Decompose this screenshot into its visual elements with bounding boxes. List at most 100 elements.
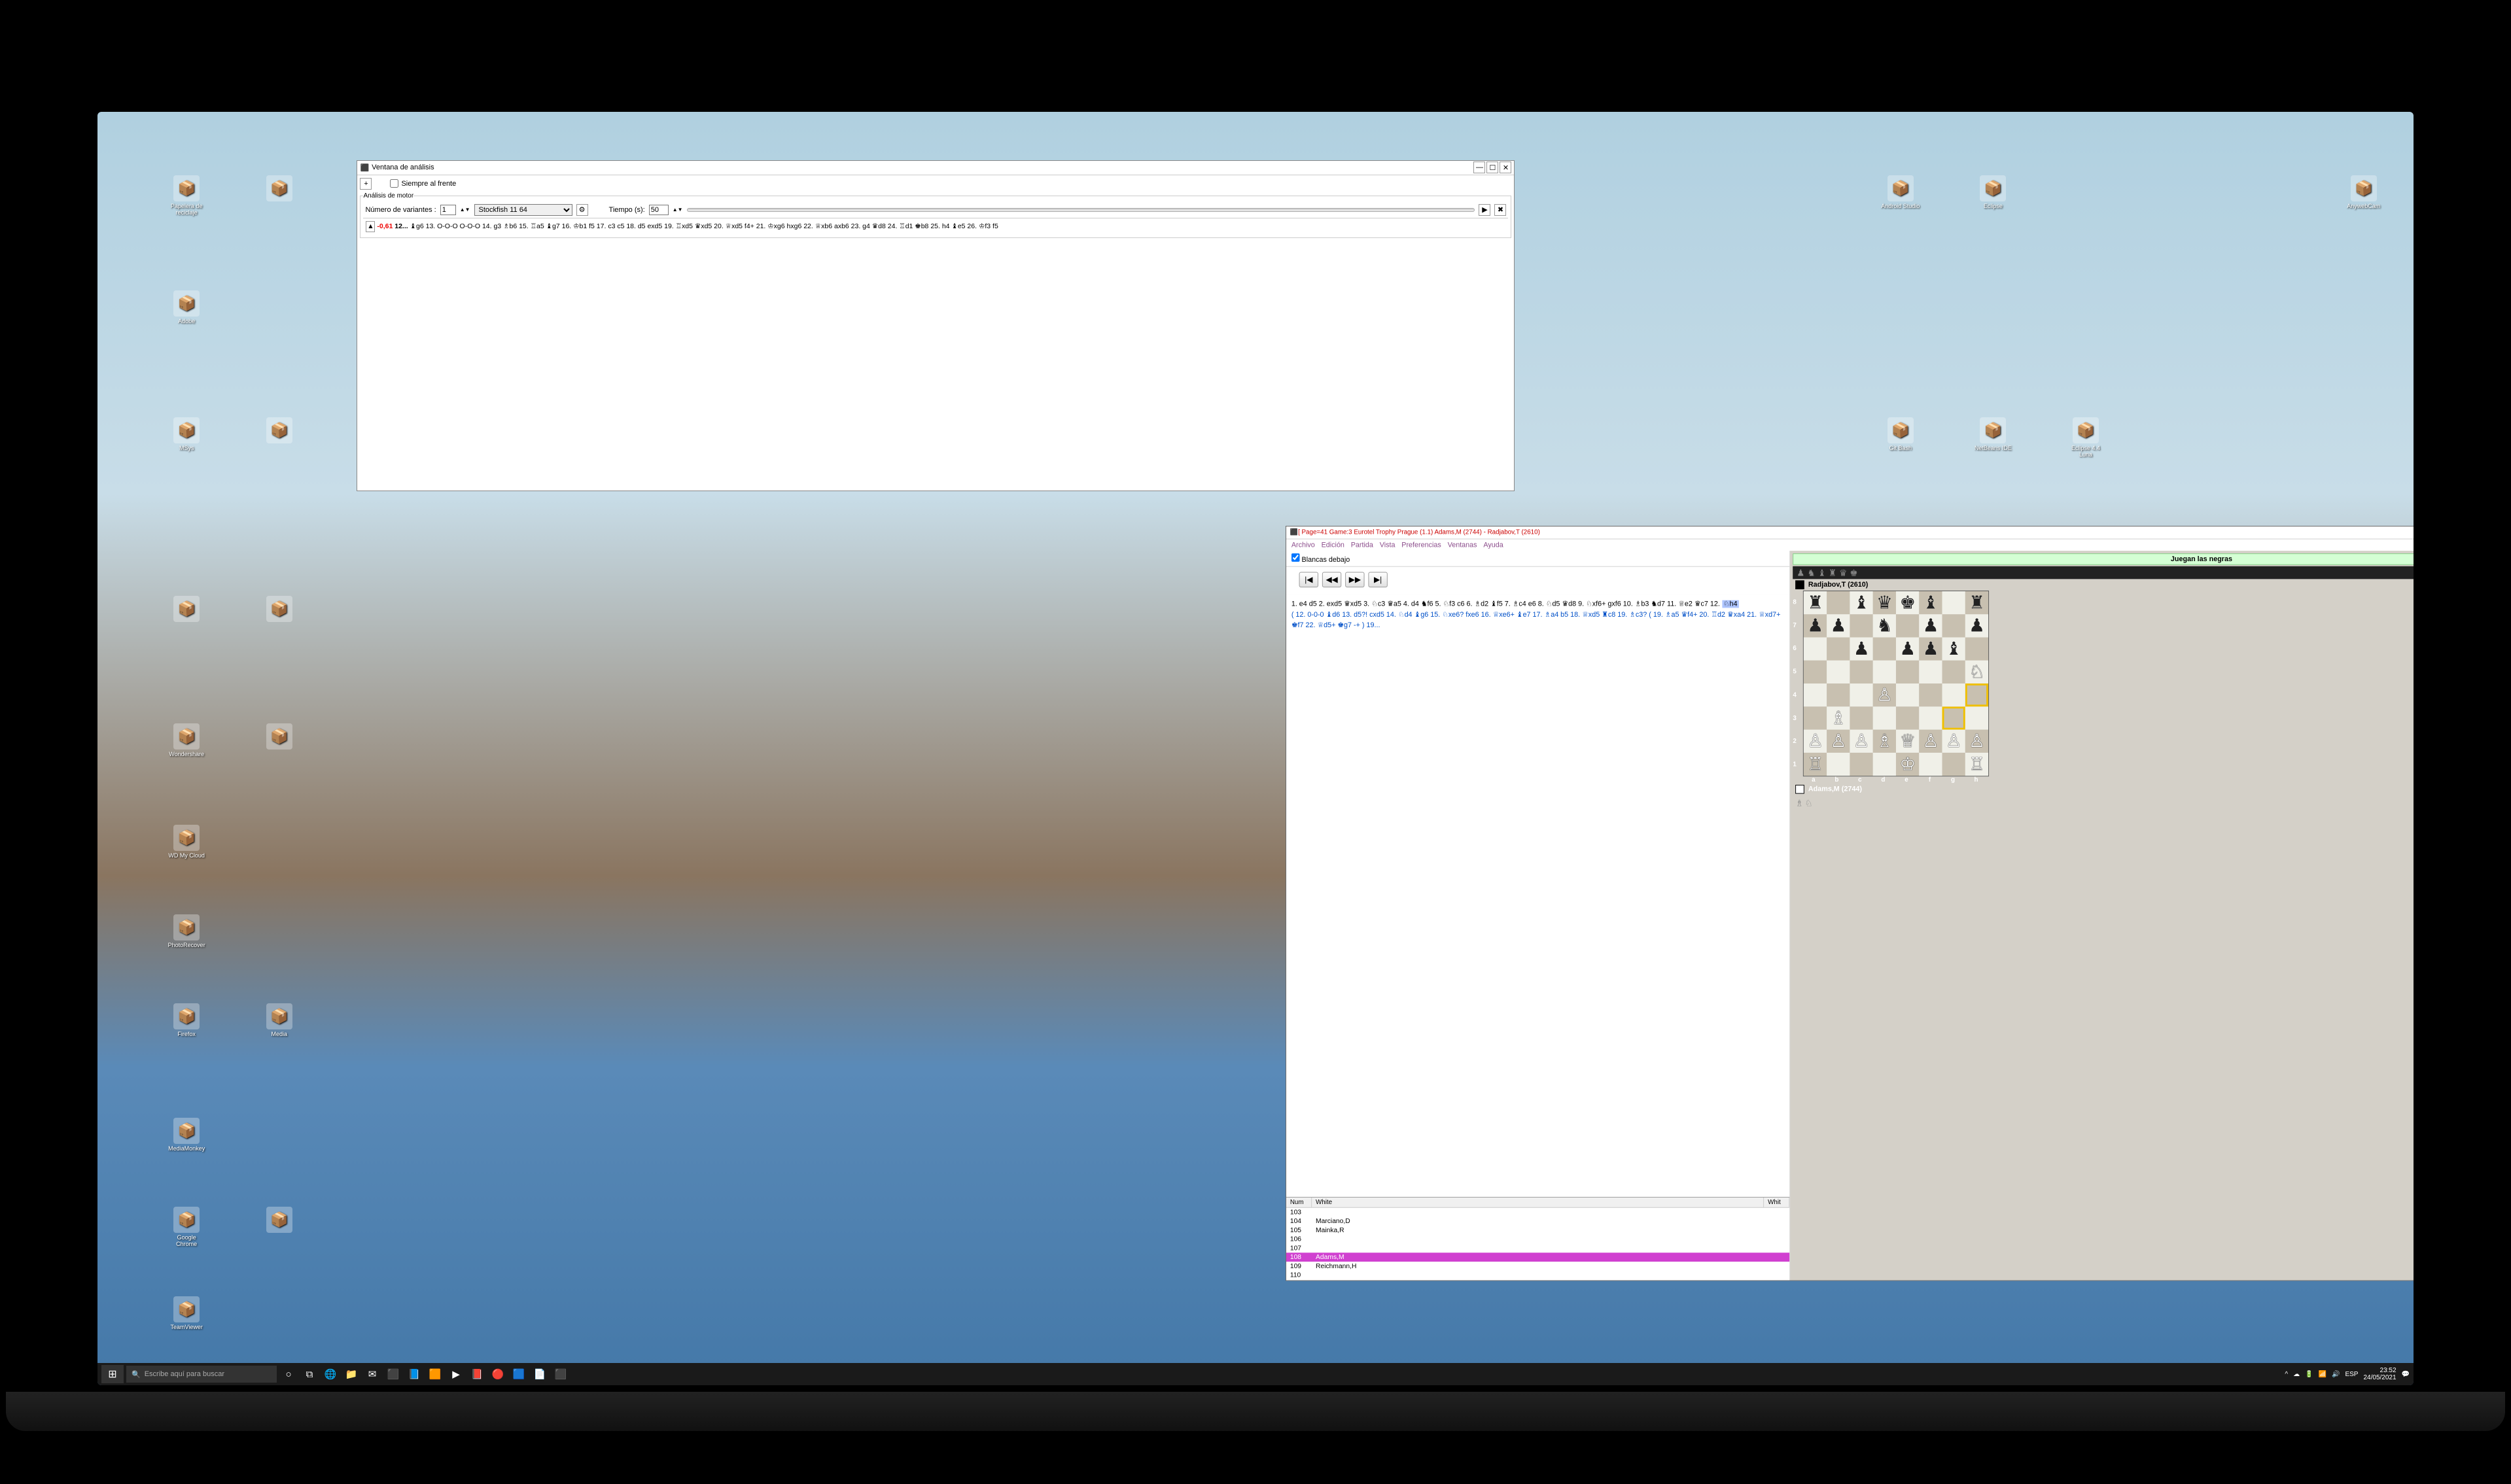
desktop-icon[interactable]: 📦TeamViewer (167, 1296, 206, 1330)
board-square[interactable] (1873, 753, 1896, 776)
taskbar-app[interactable]: 📁 (342, 1365, 360, 1383)
board-square[interactable]: ♙ (1850, 729, 1873, 752)
task-view-icon[interactable]: ⧉ (300, 1365, 319, 1383)
tray-volume-icon[interactable]: 🔊 (2332, 1371, 2340, 1378)
desktop-icon[interactable]: 📦Adobe (167, 290, 206, 324)
board-square[interactable]: ♘ (1965, 661, 1988, 683)
nav-prev-button[interactable]: ◀◀ (1322, 572, 1341, 587)
board-square[interactable] (1942, 706, 1965, 729)
stop-button[interactable]: ✖ (1494, 204, 1506, 216)
board-square[interactable] (1873, 637, 1896, 660)
taskbar-app[interactable]: 📘 (405, 1365, 423, 1383)
board-square[interactable]: ♖ (1804, 753, 1827, 776)
table-row[interactable]: 105Mainka,R (1286, 1226, 1789, 1235)
board-square[interactable] (1804, 661, 1827, 683)
board-square[interactable] (1919, 753, 1942, 776)
board-square[interactable]: ♙ (1873, 683, 1896, 706)
menu-item[interactable]: Vista (1380, 541, 1396, 549)
table-header[interactable]: Whit (1764, 1198, 1789, 1207)
board-square[interactable] (1804, 706, 1827, 729)
board-square[interactable] (1942, 661, 1965, 683)
games-table[interactable]: NumWhiteWhit 103104Marciano,D105Mainka,R… (1286, 1197, 1789, 1280)
menu-item[interactable]: Edición (1322, 541, 1344, 549)
board-square[interactable] (1942, 683, 1965, 706)
taskbar-app[interactable]: ⬛ (384, 1365, 402, 1383)
board-square[interactable] (1942, 753, 1965, 776)
board-square[interactable] (1919, 706, 1942, 729)
board-square[interactable] (1873, 706, 1896, 729)
board-square[interactable]: ♟ (1896, 637, 1919, 660)
table-row[interactable]: 107 (1286, 1243, 1789, 1252)
taskbar-app[interactable]: 🔴 (489, 1365, 507, 1383)
desktop-icon[interactable]: 📦 (260, 417, 299, 445)
board-square[interactable]: ♛ (1873, 591, 1896, 614)
desktop-icon[interactable]: 📦NetBeans IDE (1973, 417, 2012, 451)
board-square[interactable] (1965, 683, 1988, 706)
board-square[interactable] (1850, 706, 1873, 729)
board-square[interactable] (1896, 614, 1919, 637)
menu-item[interactable]: Ayuda (1483, 541, 1503, 549)
desktop-icon[interactable]: 📦Eclipse (1973, 175, 2012, 209)
board-square[interactable] (1850, 753, 1873, 776)
taskbar-app[interactable]: ✉ (363, 1365, 381, 1383)
taskbar-app[interactable]: 📕 (468, 1365, 486, 1383)
board-square[interactable]: ♝ (1850, 591, 1873, 614)
nav-next-button[interactable]: ▶▶ (1345, 572, 1364, 587)
taskbar-app[interactable]: 📄 (531, 1365, 549, 1383)
desktop-icon[interactable]: 📦 (260, 723, 299, 751)
board-square[interactable] (1919, 683, 1942, 706)
board-square[interactable] (1965, 706, 1988, 729)
board-square[interactable] (1942, 591, 1965, 614)
desktop-icon[interactable]: 📦 (260, 596, 299, 623)
menu-item[interactable]: Partida (1351, 541, 1373, 549)
table-row[interactable]: 104Marciano,D (1286, 1217, 1789, 1226)
desktop-icon[interactable]: 📦 (167, 596, 206, 623)
board-square[interactable]: ♙ (1965, 729, 1988, 752)
table-row[interactable]: 109Reichmann,H (1286, 1262, 1789, 1271)
board-square[interactable] (1850, 614, 1873, 637)
cortana-icon[interactable]: ○ (279, 1365, 298, 1383)
board-square[interactable]: ♜ (1804, 591, 1827, 614)
board-square[interactable] (1896, 683, 1919, 706)
whites-below-checkbox[interactable] (1291, 553, 1300, 562)
menu-item[interactable]: Preferencias (1401, 541, 1441, 549)
desktop-icon[interactable]: 📦Android Studio (1881, 175, 1920, 209)
board-square[interactable]: ♔ (1896, 753, 1919, 776)
menu-item[interactable]: Ventanas (1448, 541, 1477, 549)
taskbar-app[interactable]: 🌐 (321, 1365, 340, 1383)
board-square[interactable] (1827, 637, 1850, 660)
board-square[interactable] (1827, 683, 1850, 706)
desktop-icon[interactable]: 📦Firefox (167, 1003, 206, 1037)
tray-chevron-icon[interactable]: ^ (2285, 1371, 2288, 1378)
nav-first-button[interactable]: |◀ (1299, 572, 1318, 587)
desktop-icon[interactable]: 📦 (260, 1207, 299, 1234)
board-square[interactable]: ♚ (1896, 591, 1919, 614)
board-square[interactable]: ♜ (1965, 591, 1988, 614)
tray-language[interactable]: ESP (2345, 1371, 2358, 1378)
board-square[interactable]: ♟ (1804, 614, 1827, 637)
minimize-button[interactable]: — (1473, 162, 1485, 173)
board-square[interactable] (1896, 661, 1919, 683)
board-square[interactable] (1804, 637, 1827, 660)
table-row[interactable]: 111 (1286, 1279, 1789, 1280)
board-square[interactable] (1804, 683, 1827, 706)
close-button[interactable]: ✕ (1500, 162, 1511, 173)
table-row[interactable]: 108Adams,M (1286, 1252, 1789, 1262)
add-button[interactable]: + (360, 178, 372, 190)
board-square[interactable]: ♙ (1942, 729, 1965, 752)
desktop-icon[interactable]: 📦Wondershare (167, 723, 206, 757)
table-header[interactable]: White (1312, 1198, 1764, 1207)
board-square[interactable] (1942, 614, 1965, 637)
desktop-icon[interactable]: 📦PhotoRecover (167, 914, 206, 948)
taskbar-app[interactable]: ⬛ (552, 1365, 570, 1383)
board-square[interactable]: ♟ (1965, 614, 1988, 637)
board-square[interactable]: ♟ (1827, 614, 1850, 637)
tray-battery-icon[interactable]: 🔋 (2305, 1371, 2313, 1378)
always-front-checkbox[interactable] (390, 179, 398, 188)
board-square[interactable]: ♗ (1873, 729, 1896, 752)
chess-board[interactable]: ♜♝♛♚♝♜♟♟♞♟♟♟♟♟♝♘♙♗♙♙♙♗♕♙♙♙♖♔♖ (1803, 591, 1989, 776)
board-square[interactable]: ♙ (1827, 729, 1850, 752)
time-input[interactable] (649, 205, 669, 215)
desktop-icon[interactable]: 📦WD My Cloud (167, 825, 206, 859)
board-square[interactable]: ♙ (1804, 729, 1827, 752)
